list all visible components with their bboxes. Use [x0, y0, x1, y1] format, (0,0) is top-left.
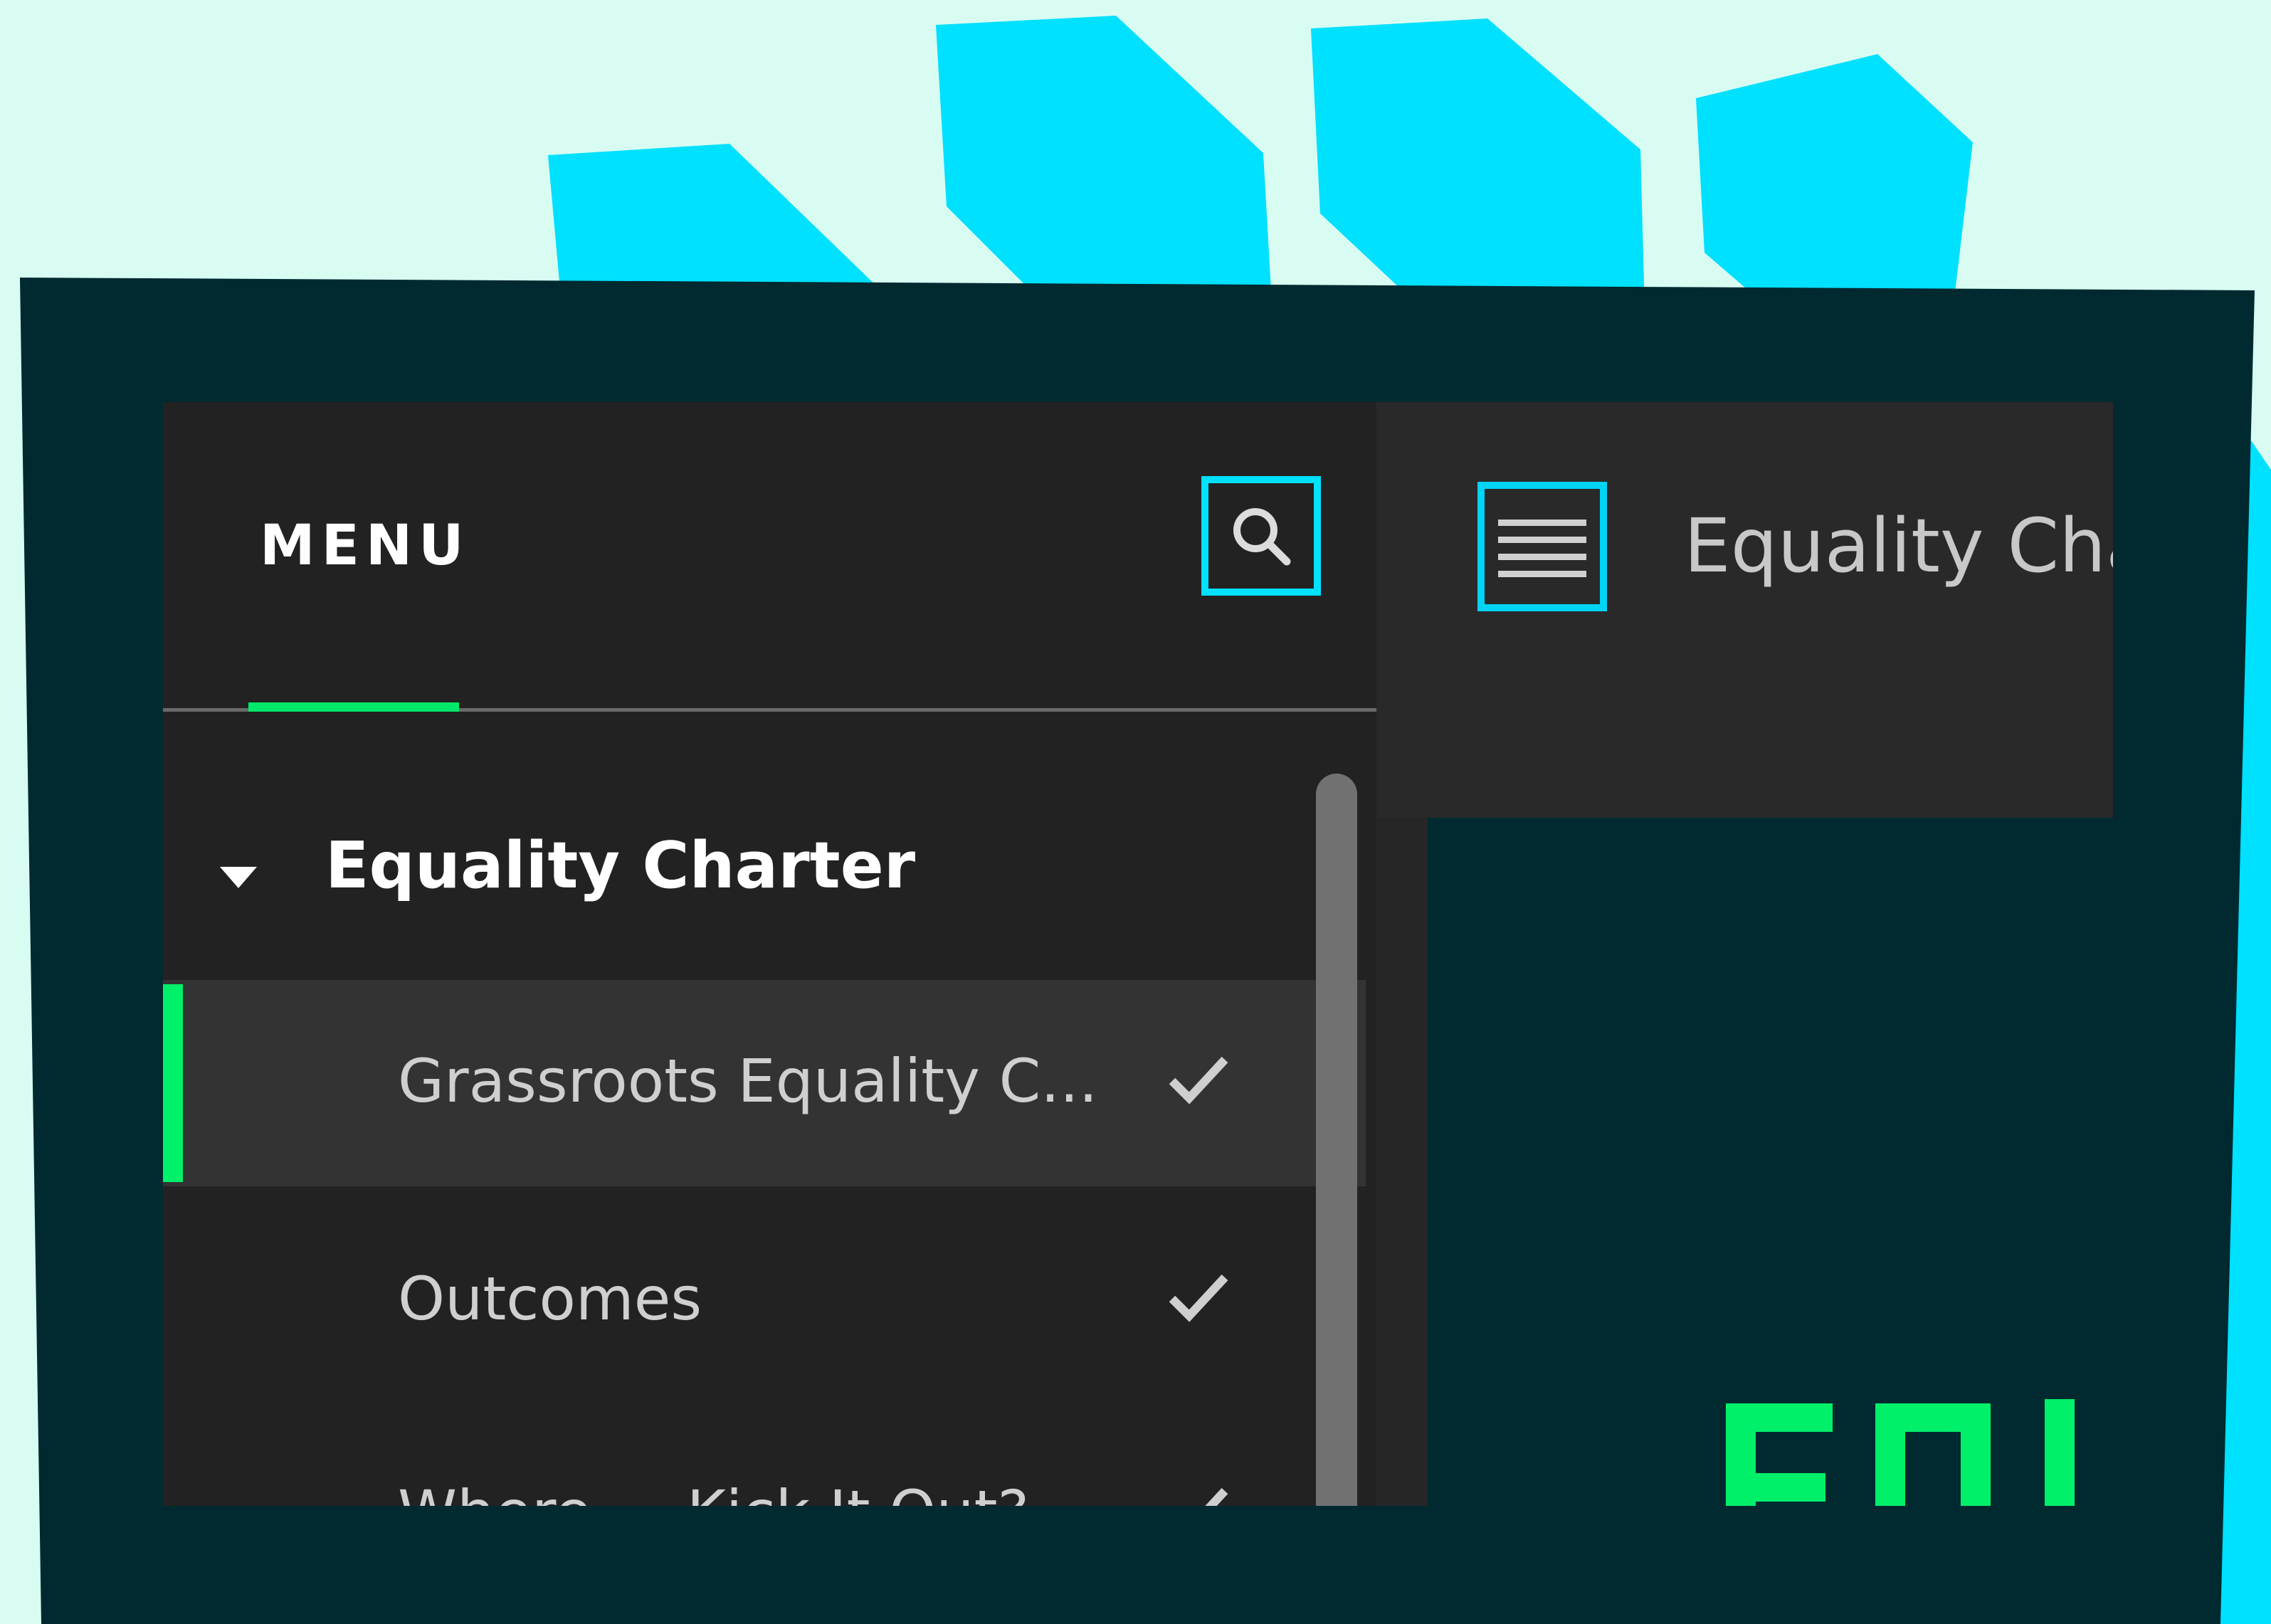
section-title: Equality Charter: [325, 828, 916, 903]
menu-item-outcomes[interactable]: Outcomes: [163, 1198, 1366, 1404]
logo-letters: [1726, 1399, 2075, 1506]
search-icon: [1233, 508, 1291, 566]
menu-item-label: Outcomes: [398, 1264, 702, 1334]
main-header: Equality Cha: [1376, 402, 2113, 818]
menu-tab-indicator: [248, 702, 459, 712]
check-icon: [1169, 1274, 1228, 1322]
menu-item-label: Where ... Kick It Out?: [398, 1482, 1029, 1506]
search-button[interactable]: [1201, 476, 1321, 596]
active-item-marker: [163, 984, 183, 1182]
sidebar-menu: MENU Equality Charter Grassroots Equalit…: [163, 402, 1376, 1506]
logo-fragment: [1726, 1395, 2096, 1506]
page-title: Equality Cha: [1684, 502, 2113, 589]
menu-title: MENU: [260, 514, 470, 578]
caret-down-icon: [220, 867, 257, 888]
check-icon: [1169, 1056, 1228, 1104]
sidebar-header: MENU: [163, 402, 1376, 708]
menu-item-kick-it-out[interactable]: Where ... Kick It Out?: [163, 1411, 1366, 1506]
menu-item-grassroots[interactable]: Grassroots Equality C...: [163, 980, 1366, 1186]
hamburger-icon: [1498, 520, 1586, 577]
check-icon: [1205, 1487, 1228, 1506]
menu-toggle-button[interactable]: [1477, 482, 1607, 611]
sidebar-scrollbar[interactable]: [1316, 774, 1357, 1506]
menu-item-label: Grassroots Equality C...: [398, 1046, 1098, 1116]
